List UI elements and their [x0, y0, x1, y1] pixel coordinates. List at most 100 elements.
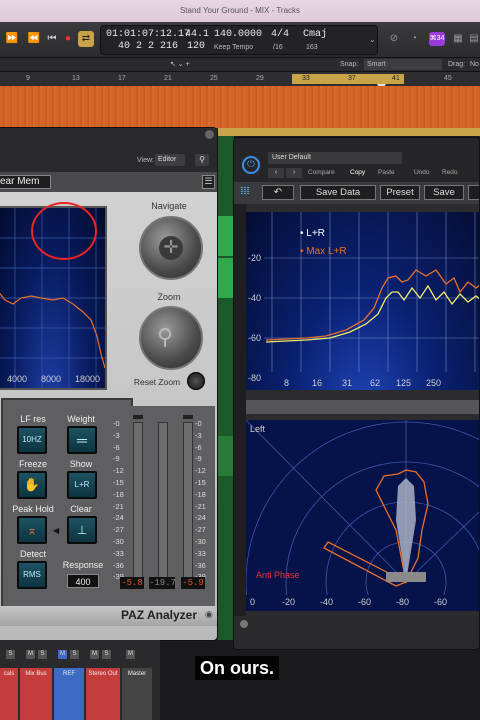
polar-scope[interactable]: Left Anti Phase	[246, 420, 479, 595]
record-icon[interactable]: ●	[60, 31, 76, 47]
plugin-header: View: Editor ⚲	[0, 128, 217, 172]
redo-button[interactable]: Redo	[442, 169, 458, 176]
next-preset-icon[interactable]: ›	[286, 168, 302, 178]
zoom-knob[interactable]: ⚲	[139, 306, 203, 370]
clear-icon[interactable]: ⊥	[67, 516, 97, 544]
undo-arrow-icon[interactable]: ↶	[262, 185, 294, 200]
power-icon[interactable]: ⏻	[242, 156, 260, 174]
close-icon[interactable]	[205, 130, 214, 139]
copy-button[interactable]: Copy	[350, 169, 365, 176]
link-icon[interactable]: ⚲	[195, 154, 209, 166]
navigate-knob[interactable]: ✛	[139, 216, 203, 280]
ruler-mark: 41	[392, 75, 400, 82]
y-tick: -60	[248, 333, 262, 343]
lcd-display[interactable]: 01:01:07:12.17 40 2 2 216 44.1 120 140.0…	[100, 25, 378, 55]
show-button[interactable]: L+R	[67, 471, 97, 499]
view-select[interactable]: Editor	[155, 154, 185, 166]
metronome-icon[interactable]: ◔	[406, 31, 422, 47]
hand-icon[interactable]: ✋	[17, 471, 47, 499]
compare-button[interactable]: Compare	[308, 169, 335, 176]
prev-preset-icon[interactable]: ‹	[268, 168, 284, 178]
chevron-down-icon[interactable]: ⌄	[369, 35, 376, 44]
mute-button[interactable]: S	[6, 650, 15, 659]
channel-name[interactable]: Mix Bus	[20, 668, 52, 720]
meter-scale-tick: -27	[113, 525, 124, 535]
polar-scope-svg	[246, 420, 479, 595]
audio-region[interactable]	[218, 436, 234, 476]
meter-scale-tick: -36	[113, 560, 124, 570]
undo-button[interactable]: Undo	[414, 169, 430, 176]
level-meter-mid	[158, 422, 168, 586]
reset-zoom-button[interactable]	[187, 372, 205, 390]
preset-button[interactable]: Preset	[380, 185, 420, 200]
channel-name[interactable]: Stereo Out	[86, 668, 120, 720]
solo-button[interactable]: S	[38, 650, 47, 659]
preset-select[interactable]: User Default	[268, 152, 402, 164]
save-button[interactable]: Save	[424, 185, 464, 200]
peak-hold-icon[interactable]: ⌅	[17, 516, 47, 544]
move-icon: ✛	[159, 236, 183, 260]
lf-res-button[interactable]: 10HZ	[17, 426, 47, 454]
audio-region[interactable]	[218, 216, 234, 256]
mute-button[interactable]: M	[90, 650, 99, 659]
meter-scale-tick: -30	[113, 536, 124, 546]
legend-max: • Max L+R	[300, 246, 347, 257]
mute-button[interactable]: M	[26, 650, 35, 659]
side-rail	[234, 204, 246, 649]
save-data-button[interactable]: Save Data	[300, 185, 376, 200]
magnifier-icon: ⚲	[157, 324, 174, 349]
list-editors-icon[interactable]: ▦	[450, 31, 466, 47]
spectrum-graph[interactable]: • L+R • Max L+R -20 -40 -60 -80 8 16 31 …	[246, 212, 479, 390]
region-strip[interactable]	[218, 128, 480, 136]
mute-button[interactable]: M	[58, 650, 67, 659]
preset-field[interactable]: ear Mem	[0, 175, 51, 189]
menu-icon[interactable]: ☰	[202, 175, 215, 189]
solo-button[interactable]: S	[70, 650, 79, 659]
legend-max-text: Max L+R	[306, 246, 347, 257]
clip-indicator[interactable]	[133, 415, 143, 419]
weight-label: Weight	[67, 414, 95, 424]
audio-region[interactable]	[218, 258, 234, 298]
solo-button[interactable]: S	[102, 650, 111, 659]
meter-scale: -0-3-6-9-12-15-18-21-24-27-30-33-36-39	[195, 418, 215, 583]
weight-button[interactable]: ═	[67, 426, 97, 454]
tuner-icon[interactable]: ⊘	[386, 31, 402, 47]
response-field[interactable]: 400	[67, 574, 99, 588]
more-button[interactable]	[468, 185, 479, 200]
preset-name: User Default	[272, 154, 311, 161]
polar-tick: 0	[250, 597, 256, 607]
detect-button[interactable]: RMS	[17, 561, 47, 589]
go-to-start-icon[interactable]: ⏮	[44, 31, 60, 47]
window-title: Stand Your Ground - MIX - Tracks	[179, 6, 301, 15]
channel-name[interactable]: Master	[122, 668, 152, 720]
mute-button[interactable]: M	[126, 650, 135, 659]
cycle-icon[interactable]: ⇄	[78, 31, 94, 47]
plugin-name: PAZ Analyzer	[121, 608, 198, 622]
y-tick: -20	[248, 253, 262, 263]
clip-indicator[interactable]	[183, 415, 193, 419]
meter-scale-tick: -30	[195, 536, 206, 546]
ruler-mark: 21	[164, 75, 172, 82]
x-tick: 8	[284, 378, 290, 388]
rewind-icon[interactable]: ⏪	[26, 31, 42, 47]
cycle-region[interactable]: 33 37 41	[292, 74, 404, 84]
pointer-tool-icon[interactable]: ↖ ⌄ +	[170, 60, 190, 68]
cpu-badge[interactable]: ⌘34	[429, 32, 445, 46]
subtitle-caption: On ours.	[195, 656, 280, 680]
show-label: Show	[69, 459, 93, 469]
paste-button[interactable]: Paste	[378, 169, 395, 176]
polar-axis: 0 -20 -40 -60 -80 -60	[246, 595, 479, 611]
spectrum-line	[0, 292, 105, 369]
legend-lr-text: L+R	[306, 228, 325, 239]
note-pad-icon[interactable]: ▤	[466, 31, 480, 47]
drag-value[interactable]: No	[470, 61, 479, 68]
channel-name[interactable]: REF	[54, 668, 84, 720]
snap-select[interactable]: Smart	[364, 59, 442, 70]
track-regions[interactable]	[0, 86, 480, 128]
peak-hold-label: Peak Hold	[12, 504, 54, 514]
fast-forward-icon[interactable]: ⏩	[4, 31, 20, 47]
ruler[interactable]: 9 13 17 21 25 29	[0, 72, 480, 86]
channel-name[interactable]: cals	[0, 668, 18, 720]
meter-scale-tick: -21	[113, 501, 124, 511]
bar-position: 40 2 2 216	[118, 41, 179, 52]
